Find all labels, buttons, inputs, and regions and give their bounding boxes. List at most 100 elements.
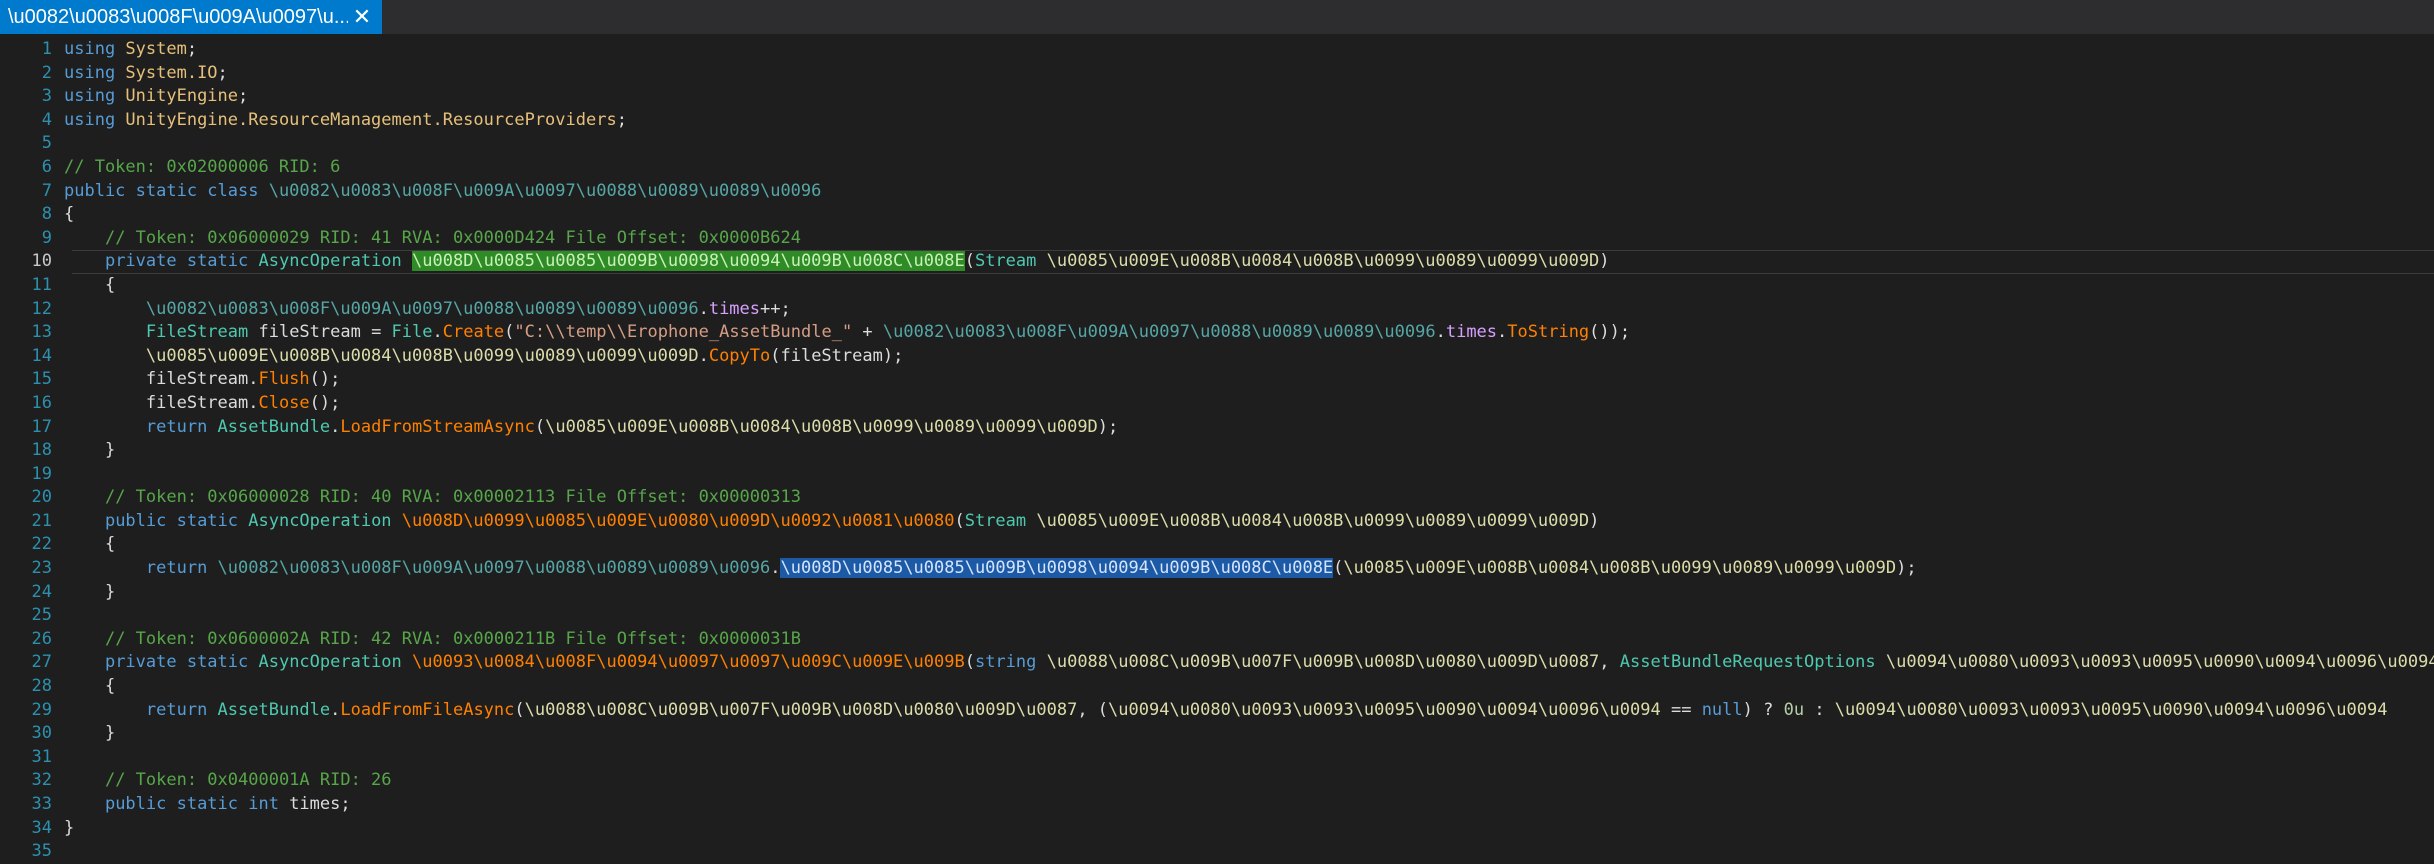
code-token: : [1804, 699, 1835, 720]
code-token: // Token: 0x06000029 RID: 41 RVA: 0x0000… [104, 227, 801, 248]
code-line[interactable]: 26 // Token: 0x0600002A RID: 42 RVA: 0x0… [0, 628, 2434, 652]
line-number: 5 [41, 133, 52, 154]
code-line[interactable]: 33 public static int times; [0, 793, 2434, 817]
code-line[interactable]: 20 // Token: 0x06000028 RID: 40 RVA: 0x0… [0, 486, 2434, 510]
line-number: 31 [31, 746, 52, 767]
code-text: } [64, 723, 115, 743]
code-token: UnityEngine.ResourceManagement.ResourceP… [125, 109, 617, 130]
line-number: 14 [31, 345, 52, 366]
line-number: 23 [31, 558, 52, 579]
code-token: fileStream = [258, 322, 392, 343]
line-number: 13 [31, 322, 52, 343]
code-token: } [64, 581, 116, 602]
code-line[interactable]: 25 [0, 604, 2434, 628]
code-text: \u0082\u0083\u008F\u009A\u0097\u0088\u00… [64, 299, 791, 319]
tab-title: \u0082\u0083\u008F\u009A\u0097\u... [8, 5, 348, 28]
code-line[interactable]: 10 private static AsyncOperation \u008D\… [0, 250, 2434, 274]
code-line[interactable]: 24 } [0, 581, 2434, 605]
code-line[interactable]: 6 // Token: 0x02000006 RID: 6 [0, 156, 2434, 180]
code-token: AsyncOperation [258, 251, 413, 272]
code-line[interactable]: 19 [0, 463, 2434, 487]
code-token: private static [104, 652, 259, 673]
code-line[interactable]: 31 [0, 746, 2434, 770]
code-token: \u0094\u0080\u0093\u0093\u0095\u0090\u00… [1108, 699, 1661, 720]
code-token: { [64, 274, 116, 295]
code-line[interactable]: 28 { [0, 675, 2434, 699]
code-text: return \u0082\u0083\u008F\u009A\u0097\u0… [64, 558, 1917, 579]
code-line[interactable]: 23 return \u0082\u0083\u008F\u009A\u0097… [0, 557, 2434, 581]
code-line[interactable]: 27 private static AsyncOperation \u0093\… [0, 651, 2434, 675]
code-text: } [64, 818, 74, 838]
code-text: } [64, 440, 115, 460]
code-line[interactable]: 5 [0, 132, 2434, 156]
line-number: 1 [41, 39, 52, 59]
code-line[interactable]: 8{ [0, 203, 2434, 227]
code-token: File [391, 322, 433, 343]
code-line[interactable]: 9 // Token: 0x06000029 RID: 41 RVA: 0x00… [0, 227, 2434, 251]
code-line[interactable]: 14 \u0085\u009E\u008B\u0084\u008B\u0099\… [0, 345, 2434, 369]
code-token: \u0082\u0083\u008F\u009A\u0097\u0088\u00… [882, 322, 1436, 343]
close-icon[interactable]: ✕ [348, 0, 376, 34]
code-line[interactable]: 15 fileStream.Flush(); [0, 368, 2434, 392]
code-line[interactable]: 22 { [0, 533, 2434, 557]
code-text: private static AsyncOperation \u008D\u00… [64, 251, 1610, 272]
code-text: fileStream.Close(); [64, 392, 341, 413]
code-line[interactable]: 1 using System; [0, 38, 2434, 62]
code-token: Close [258, 392, 310, 413]
code-line[interactable]: 34} [0, 817, 2434, 841]
code-token: . [1497, 322, 1508, 343]
code-line[interactable]: 11 { [0, 274, 2434, 298]
code-token: Stream [964, 510, 1037, 531]
code-token: // Token: 0x0600002A RID: 42 RVA: 0x0000… [104, 628, 801, 649]
code-token: (); [309, 369, 341, 390]
code-line[interactable]: 3 using UnityEngine; [0, 85, 2434, 109]
code-line[interactable]: 21 public static AsyncOperation \u008D\u… [0, 510, 2434, 534]
code-text: using UnityEngine; [64, 86, 248, 106]
line-number: 20 [31, 487, 52, 508]
code-line[interactable]: 18 } [0, 439, 2434, 463]
line-number: 12 [31, 298, 52, 319]
code-token: \u0082\u0083\u008F\u009A\u0097\u0088\u00… [217, 558, 771, 579]
code-line[interactable]: 17 return AssetBundle.LoadFromStreamAsyn… [0, 416, 2434, 440]
code-token: UnityEngine [125, 86, 239, 107]
code-token: \u0085\u009E\u008B\u0084\u008B\u0099\u00… [145, 345, 699, 366]
code-line[interactable]: 35 [0, 840, 2434, 864]
code-token: ) [1589, 510, 1600, 531]
code-line[interactable]: 30 } [0, 722, 2434, 746]
code-line[interactable]: 29 return AssetBundle.LoadFromFileAsync(… [0, 699, 2434, 723]
code-editor[interactable]: 1 using System; 2 using System.IO; 3 using Un… [0, 34, 2434, 864]
code-token: System.IO [125, 62, 218, 83]
code-line[interactable]: 12 \u0082\u0083\u008F\u009A\u0097\u0088\… [0, 298, 2434, 322]
code-token: using [64, 39, 126, 59]
code-token: using [64, 86, 126, 107]
code-line[interactable]: 32 // Token: 0x0400001A RID: 26 [0, 769, 2434, 793]
code-line[interactable]: 4 using UnityEngine.ResourceManagement.Re… [0, 109, 2434, 133]
code-text: { [64, 204, 74, 224]
code-token: times; [289, 794, 351, 814]
code-text: // Token: 0x02000006 RID: 6 [64, 157, 340, 177]
code-line[interactable]: 2 using System.IO; [0, 62, 2434, 86]
document-tab[interactable]: \u0082\u0083\u008F\u009A\u0097\u... ✕ [0, 0, 382, 34]
code-token: \u0082\u0083\u008F\u009A\u0097\u0088\u00… [268, 180, 822, 201]
code-line[interactable]: 16 fileStream.Close(); [0, 392, 2434, 416]
code-line[interactable]: 13 FileStream fileStream = File.Create("… [0, 321, 2434, 345]
code-token: Create [442, 322, 505, 343]
code-token: ()); [1589, 322, 1631, 343]
code-token: ( [534, 416, 546, 437]
code-token: FileStream [145, 322, 259, 343]
code-line[interactable]: 7 public static class \u0082\u0083\u008F\… [0, 180, 2434, 204]
line-number: 18 [31, 440, 52, 461]
code-token[interactable]: \u008D\u0085\u0085\u009B\u0098\u0094\u00… [780, 558, 1334, 579]
code-token: string [974, 652, 1047, 673]
code-text: public static class \u0082\u0083\u008F\u… [64, 181, 821, 201]
code-token: ; [238, 86, 249, 107]
line-number: 22 [31, 534, 52, 555]
code-token: "C:\\temp\\Erophone_AssetBundle_" [514, 322, 853, 343]
code-token[interactable]: \u008D\u0085\u0085\u009B\u0098\u0094\u00… [412, 251, 965, 272]
